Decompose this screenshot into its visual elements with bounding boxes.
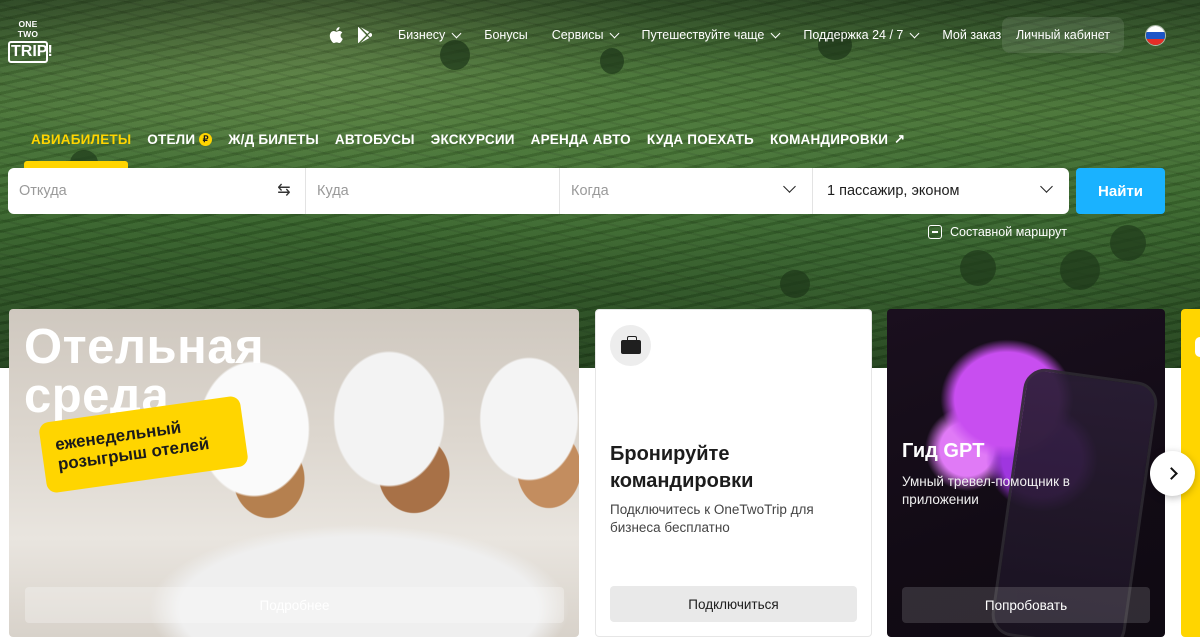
tab-car-rental[interactable]: АРЕНДА АВТО: [531, 131, 631, 147]
more-details-label: Подробнее: [259, 597, 330, 613]
brand-logo[interactable]: ONE TWO TRIP!: [8, 19, 53, 63]
nav-bonuses-label: Бонусы: [484, 28, 528, 42]
multi-route-label: Составной маршрут: [950, 225, 1068, 239]
destination-placeholder: Куда: [317, 183, 349, 199]
external-link-icon: ↗: [894, 131, 906, 146]
tab-trains-label: Ж/Д БИЛЕТЫ: [228, 131, 319, 147]
chevron-down-icon: [1040, 180, 1053, 193]
gpt-card-title: Гид GPT: [902, 440, 985, 462]
card-edge-decoration: [1195, 337, 1200, 357]
passengers-select[interactable]: 1 пассажир, эконом: [813, 168, 1069, 214]
nav-travel-more[interactable]: Путешествуйте чаще: [641, 28, 781, 42]
try-button[interactable]: Попробовать: [902, 587, 1150, 623]
promo-card-business-trips[interactable]: Бронируйте командировки Подключитесь к O…: [595, 309, 872, 637]
top-navigation: Бизнесу Бонусы Сервисы Путешествуйте чащ…: [328, 25, 1001, 45]
gpt-card-text: Умный тревел-помощник в приложении: [902, 474, 1070, 507]
tab-excursions-label: ЭКСКУРСИИ: [430, 131, 515, 147]
promo-card-hotel-wednesday[interactable]: Отельная среда еженедельный розыгрыш оте…: [9, 309, 579, 637]
promo-title-line1: Отельная: [24, 320, 265, 374]
russia-flag-icon[interactable]: [1145, 25, 1166, 46]
nav-services-label: Сервисы: [551, 28, 604, 42]
more-details-button[interactable]: Подробнее: [25, 587, 564, 623]
nav-travel-more-label: Путешествуйте чаще: [641, 28, 765, 42]
tab-car-rental-label: АРЕНДА АВТО: [530, 131, 631, 147]
nav-services[interactable]: Сервисы: [551, 28, 620, 42]
tab-hotels[interactable]: ОТЕЛИ ₽: [147, 131, 213, 147]
date-field[interactable]: Когда: [560, 168, 813, 214]
nav-my-order[interactable]: Мой заказ: [942, 28, 1001, 42]
business-card-text: Подключитесь к OneTwoTrip для бизнеса бе…: [610, 502, 814, 535]
connect-button-label: Подключиться: [688, 596, 779, 612]
logo-line2: TRIP!: [8, 41, 53, 63]
nav-support-label: Поддержка 24 / 7: [803, 28, 904, 42]
route-icon: [928, 225, 942, 239]
multi-route-link[interactable]: Составной маршрут: [928, 225, 1067, 239]
chevron-down-icon: [770, 28, 781, 38]
personal-account-button[interactable]: Личный кабинет: [1002, 17, 1124, 53]
passengers-value: 1 пассажир, эконом: [827, 183, 960, 199]
promo-card-gpt-guide[interactable]: Гид GPT Умный тревел-помощник в приложен…: [887, 309, 1165, 637]
search-button-label: Найти: [1098, 182, 1143, 200]
chevron-down-icon: [909, 28, 920, 38]
tab-flights[interactable]: АВИАБИЛЕТЫ: [31, 131, 131, 147]
tab-trains[interactable]: Ж/Д БИЛЕТЫ: [228, 131, 319, 147]
nav-business-label: Бизнесу: [398, 28, 446, 42]
tab-buses-label: АВТОБУСЫ: [334, 131, 415, 147]
apple-icon[interactable]: [328, 26, 344, 44]
origin-placeholder: Откуда: [19, 183, 67, 199]
google-play-icon[interactable]: [356, 26, 374, 44]
personal-account-label: Личный кабинет: [1015, 28, 1111, 42]
logo-line1: ONE TWO: [17, 19, 39, 39]
tab-excursions[interactable]: ЭКСКУРСИИ: [431, 131, 515, 147]
tab-business-trips[interactable]: КОМАНДИРОВКИ ↗: [770, 131, 905, 147]
tab-hotels-label: ОТЕЛИ: [147, 131, 196, 147]
active-tab-indicator: [24, 161, 128, 168]
nav-support[interactable]: Поддержка 24 / 7: [803, 28, 920, 42]
nav-bonuses[interactable]: Бонусы: [484, 28, 527, 42]
chevron-right-icon: [1164, 467, 1178, 480]
connect-button[interactable]: Подключиться: [610, 586, 857, 622]
tab-where-to-go[interactable]: КУДА ПОЕХАТЬ: [647, 131, 754, 147]
try-button-label: Попробовать: [984, 597, 1068, 613]
swap-icon[interactable]: ⇆: [275, 182, 293, 200]
tab-business-trips-label: КОМАНДИРОВКИ: [769, 131, 889, 147]
origin-field[interactable]: Откуда ⇆: [8, 168, 306, 214]
nav-business[interactable]: Бизнесу: [398, 28, 462, 42]
business-card-title: Бронируйте командировки: [610, 443, 754, 492]
chevron-down-icon: [451, 28, 462, 38]
chevron-down-icon: [610, 28, 620, 38]
flight-search-form: Откуда ⇆ Куда Когда 1 пассажир, эконом: [8, 168, 1069, 214]
tab-buses[interactable]: АВТОБУСЫ: [335, 131, 415, 147]
chevron-down-icon: [783, 180, 796, 193]
bonus-coin-icon: ₽: [199, 132, 213, 146]
tab-flights-label: АВИАБИЛЕТЫ: [31, 131, 132, 147]
product-tabs: АВИАБИЛЕТЫ ОТЕЛИ ₽ Ж/Д БИЛЕТЫ АВТОБУСЫ ЭК…: [31, 131, 921, 147]
date-placeholder: Когда: [571, 183, 609, 199]
nav-my-order-label: Мой заказ: [942, 28, 1002, 42]
destination-field[interactable]: Куда: [306, 168, 560, 214]
briefcase-icon: [610, 325, 651, 366]
carousel-next-button[interactable]: [1150, 451, 1195, 496]
tab-where-to-go-label: КУДА ПОЕХАТЬ: [646, 131, 754, 147]
search-button[interactable]: Найти: [1076, 168, 1165, 214]
